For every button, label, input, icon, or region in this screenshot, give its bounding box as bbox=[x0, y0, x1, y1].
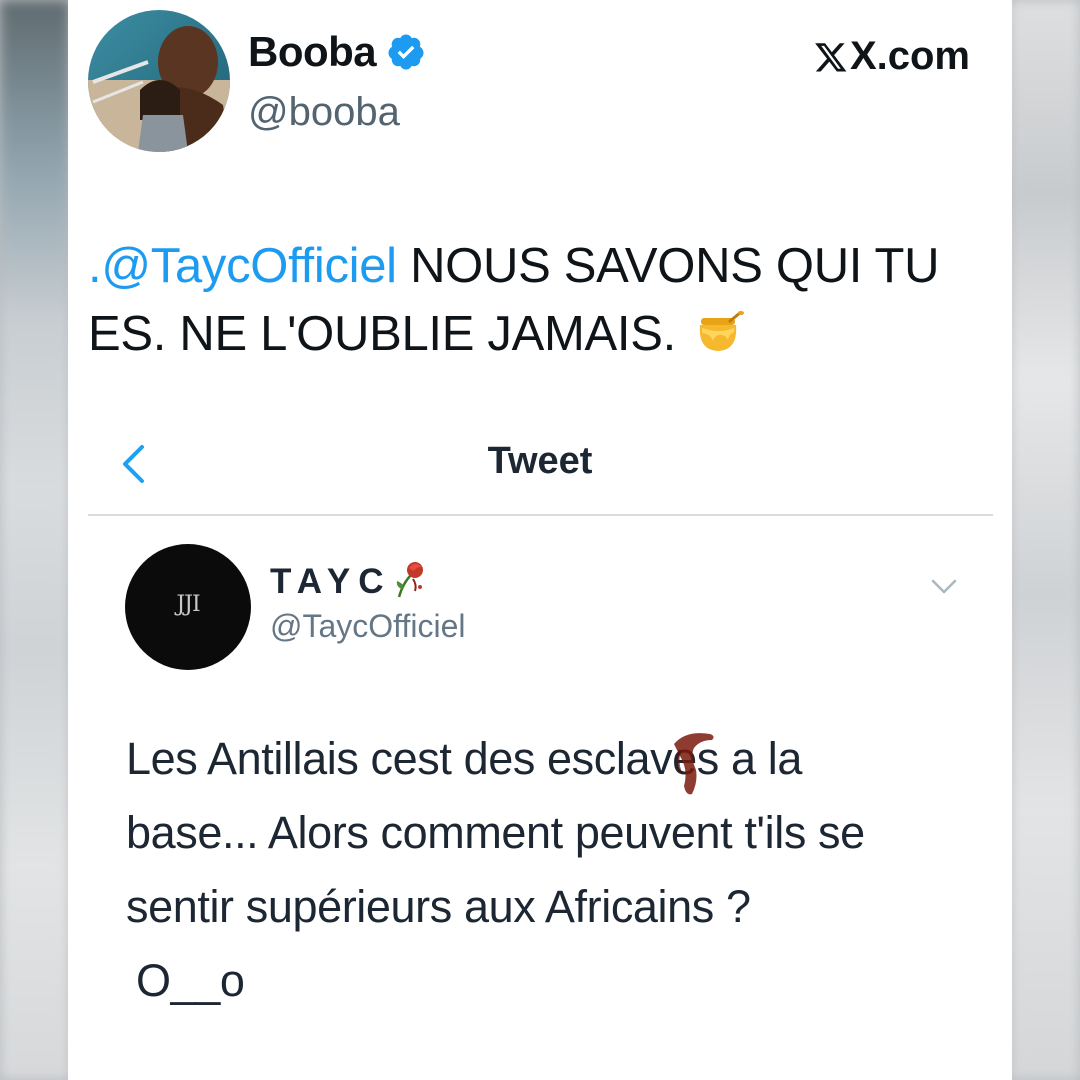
tayc-name-row: TAYC bbox=[270, 562, 429, 602]
author-name[interactable]: Booba bbox=[248, 28, 377, 76]
background-blur-left bbox=[0, 0, 70, 1080]
embedded-text-line: O__o bbox=[136, 955, 245, 1006]
post-text: .@TaycOfficiel NOUS SAVONS QUI TU ES. NE… bbox=[88, 232, 998, 368]
tayc-name[interactable]: TAYC bbox=[270, 562, 391, 602]
tayc-avatar[interactable]: JJI bbox=[125, 544, 251, 670]
blood-smear-overlay bbox=[674, 733, 714, 795]
embedded-text-line: Les Antillais cest des esclaves a la bbox=[126, 733, 802, 784]
embedded-tweet-text: Les Antillais cest des esclaves a la bas… bbox=[126, 722, 986, 1018]
tayc-handle[interactable]: @TaycOfficiel bbox=[270, 608, 466, 645]
mention-link[interactable]: .@TaycOfficiel bbox=[88, 239, 397, 293]
honey-pot-icon bbox=[700, 310, 745, 351]
author-avatar[interactable] bbox=[88, 10, 230, 152]
background-blur-right bbox=[1010, 0, 1080, 1080]
author-name-row: Booba bbox=[248, 28, 426, 76]
embedded-tweet-screenshot: Tweet JJI TAYC @TaycOfficiel Les Antilla… bbox=[68, 400, 1012, 1080]
dropdown-caret-icon[interactable] bbox=[930, 578, 958, 596]
author-handle[interactable]: @booba bbox=[248, 90, 400, 135]
embedded-text-line: sentir supérieurs aux Africains ? bbox=[126, 881, 751, 932]
post-card: Booba @booba X.com .@TaycOfficiel NOUS S… bbox=[68, 0, 1012, 1080]
tayc-logo-mark: JJI bbox=[176, 592, 200, 617]
wilted-rose-icon bbox=[397, 562, 424, 598]
nav-title: Tweet bbox=[487, 440, 593, 482]
nav-divider bbox=[88, 514, 993, 516]
verified-badge-icon bbox=[388, 34, 424, 70]
x-logo-icon bbox=[815, 42, 847, 72]
source-label: X.com bbox=[814, 34, 970, 79]
source-label-text: X.com bbox=[849, 34, 970, 78]
embedded-text-line: base... Alors comment peuvent t'ils se bbox=[126, 807, 865, 858]
